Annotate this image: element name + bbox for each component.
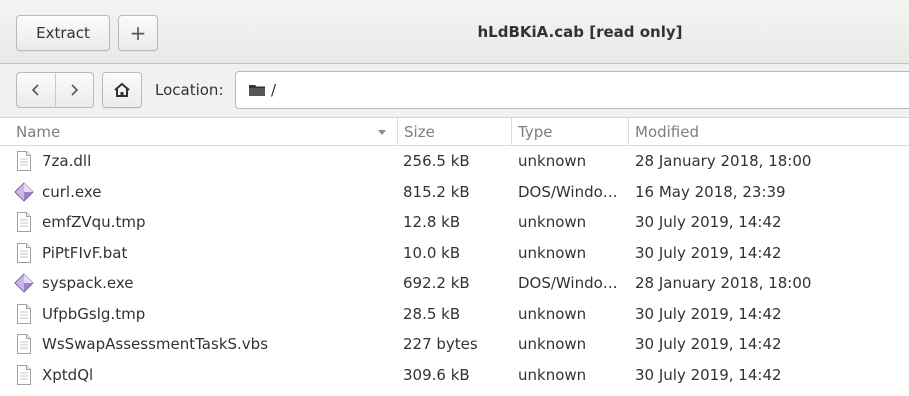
file-size: 256.5 kB bbox=[403, 152, 470, 171]
file-type: unknown bbox=[518, 365, 587, 384]
column-type-label: Type bbox=[518, 123, 553, 141]
file-size: 227 bytes bbox=[403, 335, 478, 354]
executable-icon bbox=[14, 272, 34, 294]
column-header-type[interactable]: Type bbox=[511, 118, 628, 146]
file-name: syspack.exe bbox=[42, 274, 134, 293]
file-size: 309.6 kB bbox=[403, 365, 470, 384]
column-header-size[interactable]: Size bbox=[397, 118, 511, 146]
file-type: DOS/Windo… bbox=[518, 274, 618, 293]
file-list: Name Size Type Modified 7za.dll 256.5 kB u… bbox=[0, 118, 909, 396]
navigation-buttons bbox=[16, 72, 94, 108]
file-modified: 30 July 2019, 14:42 bbox=[635, 335, 782, 354]
column-name-label: Name bbox=[16, 123, 61, 141]
file-name-cell: syspack.exe bbox=[14, 268, 394, 299]
file-type: unknown bbox=[518, 304, 587, 323]
file-row[interactable]: WsSwapAssessmentTaskS.vbs 227 bytes unknow… bbox=[0, 329, 909, 360]
text-file-icon bbox=[14, 242, 34, 264]
column-modified-label: Modified bbox=[635, 123, 700, 141]
header-bar: Extract + hLdBKiA.cab [read only] bbox=[0, 0, 909, 64]
file-name-cell: WsSwapAssessmentTaskS.vbs bbox=[14, 329, 394, 360]
file-name: 7za.dll bbox=[42, 152, 92, 171]
file-name-cell: XptdQl bbox=[14, 360, 394, 391]
column-header-name[interactable]: Name bbox=[0, 118, 397, 146]
window-title: hLdBKiA.cab [read only] bbox=[477, 23, 683, 41]
location-label: Location: bbox=[155, 81, 224, 99]
file-name: UfpbGslg.tmp bbox=[42, 304, 146, 323]
location-field[interactable]: / bbox=[235, 71, 909, 109]
file-size: 692.2 kB bbox=[403, 274, 470, 293]
file-name-cell: emfZVqu.tmp bbox=[14, 207, 394, 238]
file-size: 28.5 kB bbox=[403, 304, 461, 323]
file-modified: 16 May 2018, 23:39 bbox=[635, 182, 786, 201]
sort-descending-icon bbox=[378, 130, 386, 135]
extract-button[interactable]: Extract bbox=[16, 15, 110, 51]
file-name: PiPtFIvF.bat bbox=[42, 243, 128, 262]
home-icon bbox=[114, 82, 130, 97]
folder-icon bbox=[249, 85, 265, 96]
file-size: 10.0 kB bbox=[403, 243, 461, 262]
file-modified: 30 July 2019, 14:42 bbox=[635, 365, 782, 384]
file-row[interactable]: PiPtFIvF.bat 10.0 kB unknown 30 July 2019, … bbox=[0, 238, 909, 269]
file-name: curl.exe bbox=[42, 182, 102, 201]
file-type: unknown bbox=[518, 243, 587, 262]
location-path: / bbox=[271, 81, 277, 99]
file-row[interactable]: UfpbGslg.tmp 28.5 kB unknown 30 July 2019, … bbox=[0, 299, 909, 330]
list-header: Name Size Type Modified bbox=[0, 118, 909, 146]
file-name-cell: curl.exe bbox=[14, 177, 394, 208]
file-modified: 30 July 2019, 14:42 bbox=[635, 243, 782, 262]
add-files-button[interactable]: + bbox=[118, 15, 158, 51]
home-button[interactable] bbox=[102, 72, 142, 108]
plus-icon: + bbox=[129, 21, 147, 45]
file-name: XptdQl bbox=[42, 365, 94, 384]
chevron-left-icon bbox=[31, 84, 39, 96]
file-modified: 30 July 2019, 14:42 bbox=[635, 213, 782, 232]
chevron-right-icon bbox=[71, 84, 79, 96]
file-size: 12.8 kB bbox=[403, 213, 461, 232]
file-modified: 30 July 2019, 14:42 bbox=[635, 304, 782, 323]
file-type: unknown bbox=[518, 335, 587, 354]
file-name: WsSwapAssessmentTaskS.vbs bbox=[42, 335, 269, 354]
file-name-cell: UfpbGslg.tmp bbox=[14, 299, 394, 330]
file-row[interactable]: emfZVqu.tmp 12.8 kB unknown 30 July 2019, 1… bbox=[0, 207, 909, 238]
file-modified: 28 January 2018, 18:00 bbox=[635, 274, 812, 293]
file-row[interactable]: curl.exe 815.2 kB DOS/Windo… 16 May 2018, 2… bbox=[0, 177, 909, 208]
file-type: unknown bbox=[518, 213, 587, 232]
file-row[interactable]: 7za.dll 256.5 kB unknown 28 January 2018, 1… bbox=[0, 146, 909, 177]
column-size-label: Size bbox=[404, 123, 435, 141]
file-size: 815.2 kB bbox=[403, 182, 470, 201]
file-row[interactable]: syspack.exe 692.2 kB DOS/Windo… 28 January … bbox=[0, 268, 909, 299]
file-name-cell: 7za.dll bbox=[14, 146, 394, 177]
file-name-cell: PiPtFIvF.bat bbox=[14, 238, 394, 269]
text-file-icon bbox=[14, 150, 34, 172]
back-button[interactable] bbox=[17, 73, 55, 107]
text-file-icon bbox=[14, 333, 34, 355]
file-name: emfZVqu.tmp bbox=[42, 213, 146, 232]
file-type: DOS/Windo… bbox=[518, 182, 618, 201]
file-modified: 28 January 2018, 18:00 bbox=[635, 152, 812, 171]
executable-icon bbox=[14, 181, 34, 203]
text-file-icon bbox=[14, 211, 34, 233]
text-file-icon bbox=[14, 303, 34, 325]
column-header-modified[interactable]: Modified bbox=[628, 118, 909, 146]
forward-button[interactable] bbox=[54, 73, 94, 107]
file-row[interactable]: XptdQl 309.6 kB unknown 30 July 2019, 14:42 bbox=[0, 360, 909, 391]
file-type: unknown bbox=[518, 152, 587, 171]
text-file-icon bbox=[14, 364, 34, 386]
